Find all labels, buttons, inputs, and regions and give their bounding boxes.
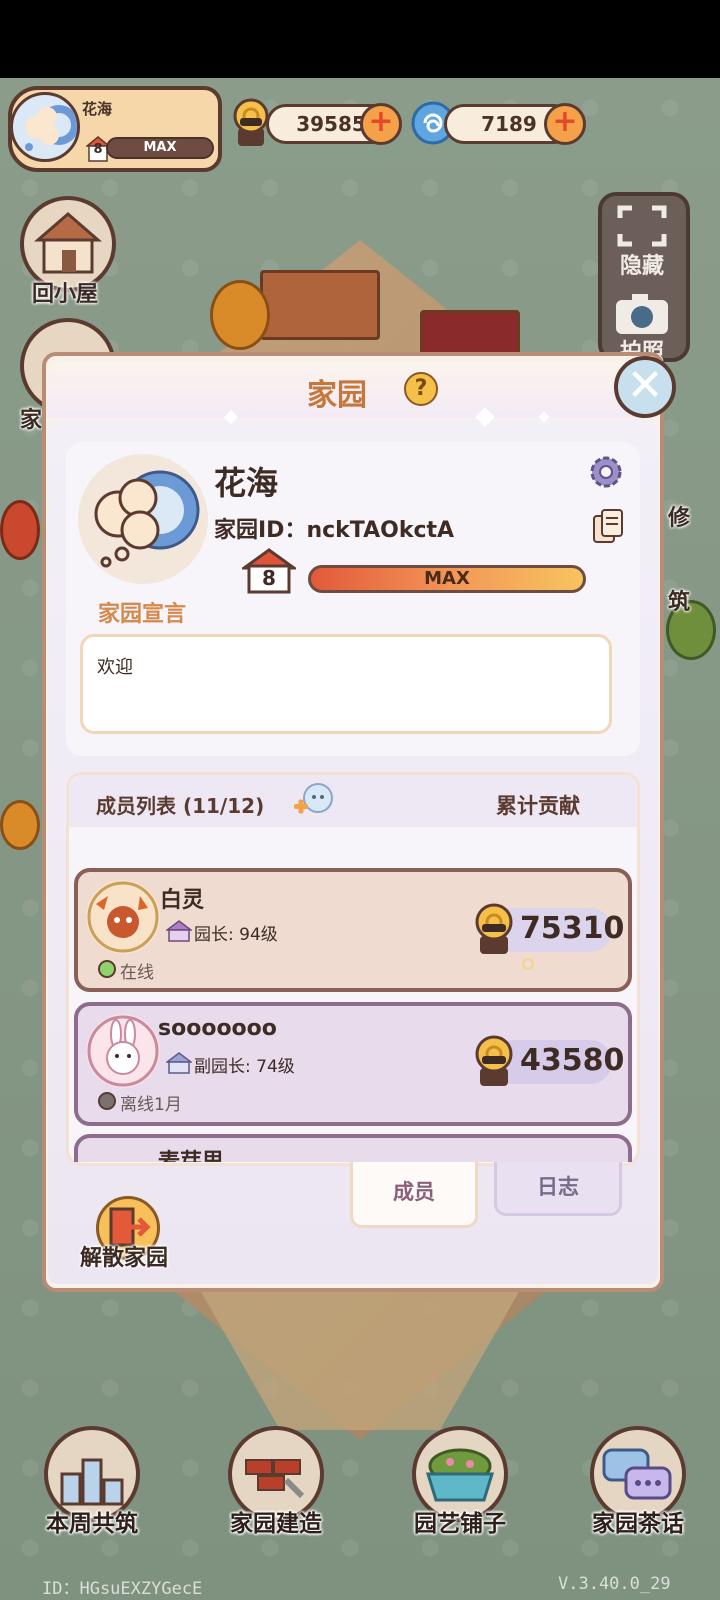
profile-avatar[interactable] <box>10 92 80 162</box>
add-snail-coins-button[interactable]: + <box>360 103 402 145</box>
tree <box>0 800 40 850</box>
sparkle-ring <box>522 958 534 970</box>
online-status-dot <box>98 960 116 978</box>
member-row-clipped[interactable]: 麦芽思 <box>74 1134 632 1162</box>
tab-members[interactable]: 成员 <box>350 1162 478 1228</box>
app-version: V.3.40.0_29 <box>558 1574 671 1594</box>
garden-avatar <box>78 454 208 584</box>
garden-build-label[interactable]: 家园建造 <box>206 1504 346 1538</box>
close-button[interactable]: ✕ <box>614 356 676 418</box>
garden-id-value: nckTAOkctA <box>306 518 455 543</box>
member-avatar <box>86 1014 160 1088</box>
contribution-title: 累计贡献 <box>496 794 580 818</box>
copy-icon[interactable] <box>592 508 624 544</box>
bunny-avatar-icon <box>87 1015 159 1087</box>
garden-id-row: 家园ID：nckTAOkctA <box>214 512 454 544</box>
member-role: 园长: 94级 <box>194 925 278 945</box>
offline-status-dot <box>98 1092 116 1110</box>
decorate-label-partial[interactable]: 修 <box>668 500 690 532</box>
member-status: 离线1月 <box>120 1095 182 1115</box>
leader-house-icon <box>166 920 192 942</box>
disband-label[interactable]: 解散家园 <box>80 1240 168 1272</box>
members-list-title: 成员列表 (11/12) <box>96 794 265 818</box>
snail-trophy-icon <box>475 1035 513 1086</box>
garden-button-label: 家 <box>20 408 43 433</box>
status-bar <box>0 0 720 78</box>
add-spirals-button[interactable]: + <box>544 103 586 145</box>
gardening-shop-label[interactable]: 园艺铺子 <box>390 1504 530 1538</box>
member-status: 在线 <box>120 963 154 983</box>
declaration-text[interactable]: 欢迎 <box>80 634 612 734</box>
hide-ui-icon[interactable] <box>616 204 668 248</box>
profile-level: 8 <box>93 142 103 157</box>
close-icon: ✕ <box>626 360 664 411</box>
tree <box>210 280 270 350</box>
member-name: 白灵 <box>160 888 205 913</box>
camera-icon[interactable] <box>612 292 672 336</box>
gear-icon[interactable] <box>586 452 626 492</box>
snail-trophy-icon <box>475 903 513 954</box>
vice-leader-house-icon <box>166 1052 192 1074</box>
player-id: ID：HGsuEXZYGecE <box>42 1579 203 1599</box>
help-icon[interactable]: ? <box>404 372 438 406</box>
tab-log[interactable]: 日志 <box>494 1162 622 1216</box>
tree <box>0 500 40 560</box>
garden-name: 花海 <box>214 464 279 502</box>
weekly-build-label[interactable]: 本周共筑 <box>22 1504 162 1538</box>
dialog-title: 家园 <box>307 378 367 413</box>
return-home-label: 回小屋 <box>32 282 99 307</box>
member-name: sooooooo <box>158 1016 277 1041</box>
declaration-label: 家园宣言 <box>98 602 187 627</box>
build-label-partial[interactable]: 筑 <box>668 584 690 616</box>
building-roof <box>260 270 380 340</box>
profile-name: 花海 <box>82 100 113 118</box>
plus-icon: + <box>552 104 578 139</box>
house-icon <box>33 212 103 274</box>
member-avatar <box>86 880 160 954</box>
add-member-icon[interactable] <box>292 782 336 818</box>
member-name: 麦芽思 <box>158 1144 224 1162</box>
plus-icon: + <box>368 104 394 139</box>
garden-chat-label[interactable]: 家园茶话 <box>568 1504 708 1538</box>
garden-level: 8 <box>262 566 276 590</box>
red-panda-avatar-icon <box>87 881 159 953</box>
member-role: 副园长: 74级 <box>194 1057 295 1077</box>
garden-level-bar: MAX <box>308 565 586 593</box>
hide-ui-label[interactable]: 隐藏 <box>620 248 664 280</box>
profile-level-bar: MAX <box>106 137 214 159</box>
garden-id-label: 家园ID： <box>214 518 307 543</box>
cloud-wave-icon <box>94 470 200 568</box>
